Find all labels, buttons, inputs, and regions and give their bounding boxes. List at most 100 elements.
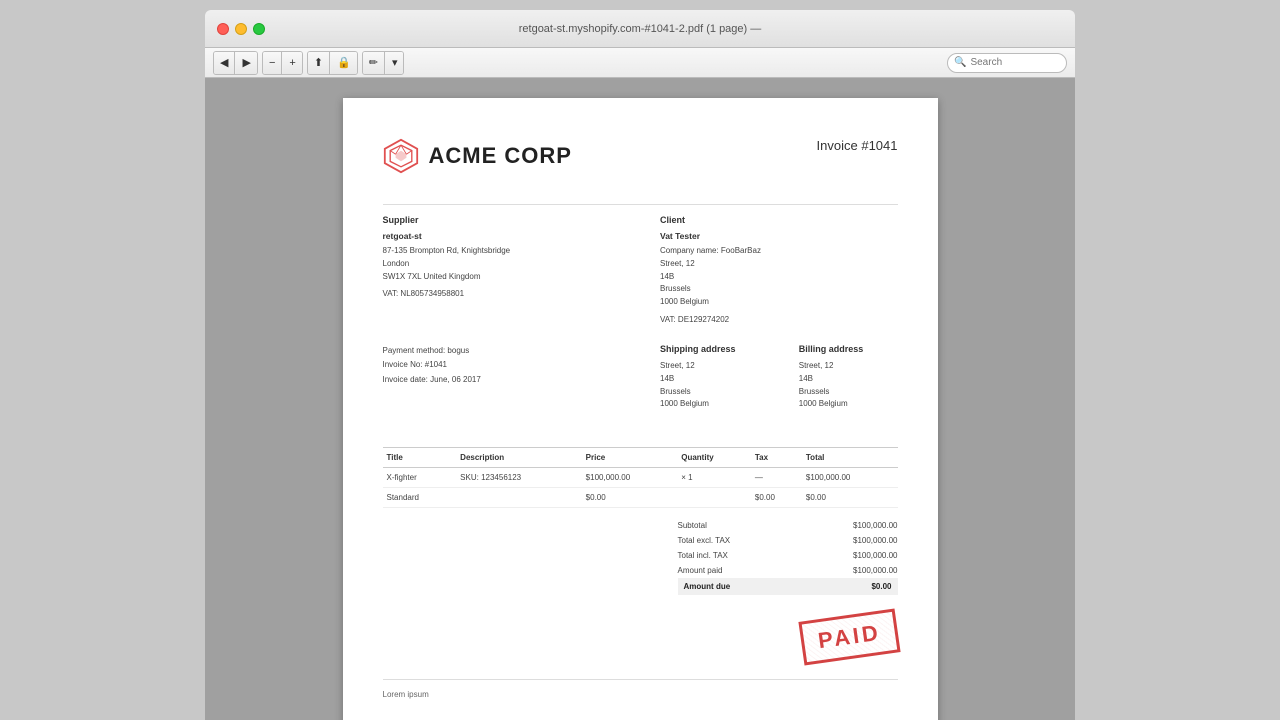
total-incl-label: Total incl. TAX	[678, 551, 728, 560]
addr-columns: Shipping address Street, 12 14B Brussels…	[660, 344, 898, 427]
client-addr1: Street, 12	[660, 258, 898, 271]
invoice-header: ACME CORP Invoice #1041	[383, 138, 898, 174]
paid-stamp: PAID	[798, 609, 900, 666]
shipping-line1: Street, 12	[660, 360, 759, 373]
row2-desc	[456, 488, 582, 508]
row1-desc: SKU: 123456123	[456, 468, 582, 488]
row1-title: X-fighter	[383, 468, 457, 488]
invoice-table: Title Description Price Quantity Tax Tot…	[383, 447, 898, 508]
total-excl-label: Total excl. TAX	[678, 536, 731, 545]
subtotal-label: Subtotal	[678, 521, 707, 530]
total-excl-value: $100,000.00	[853, 536, 898, 545]
fullscreen-button[interactable]	[253, 23, 265, 35]
col-total: Total	[802, 448, 898, 468]
client-section: Client Vat Tester Company name: FooBarBa…	[660, 215, 898, 324]
row1-tax: —	[751, 468, 802, 488]
table-row: X-fighter SKU: 123456123 $100,000.00 × 1…	[383, 468, 898, 488]
row2-price: $0.00	[582, 488, 678, 508]
shipping-line2: 14B	[660, 373, 759, 386]
toolbar: ◀ ▶ − + ⬆ 🔒 ✏ ▾ 🔍	[205, 48, 1075, 78]
payment-section: Payment method: bogus Invoice No: #1041 …	[383, 344, 621, 427]
row2-total: $0.00	[802, 488, 898, 508]
amount-due-row: Amount due $0.00	[678, 578, 898, 595]
supplier-vat: VAT: NL805734958801	[383, 289, 621, 298]
payment-address-section: Payment method: bogus Invoice No: #1041 …	[383, 344, 898, 427]
table-header-row: Title Description Price Quantity Tax Tot…	[383, 448, 898, 468]
titlebar: retgoat-st.myshopify.com-#1041-2.pdf (1 …	[205, 10, 1075, 48]
supplier-address2: London	[383, 258, 621, 271]
forward-button[interactable]: ▶	[236, 52, 256, 74]
footer-divider	[383, 679, 898, 680]
shipping-title: Shipping address	[660, 344, 759, 354]
annotate-button[interactable]: ✏	[363, 52, 385, 74]
zoom-group: − +	[262, 51, 303, 75]
zoom-out-button[interactable]: −	[263, 52, 282, 74]
row1-qty: × 1	[677, 468, 751, 488]
total-excl-row: Total excl. TAX $100,000.00	[678, 533, 898, 548]
col-price: Price	[582, 448, 678, 468]
billing-line1: Street, 12	[799, 360, 898, 373]
zoom-in-button[interactable]: +	[283, 52, 301, 74]
amount-due-value: $0.00	[871, 582, 891, 591]
logo-area: ACME CORP	[383, 138, 572, 174]
more-button[interactable]: ▾	[386, 52, 404, 74]
row2-title: Standard	[383, 488, 457, 508]
subtotal-value: $100,000.00	[853, 521, 898, 530]
total-incl-row: Total incl. TAX $100,000.00	[678, 548, 898, 563]
subtotal-row: Subtotal $100,000.00	[678, 518, 898, 533]
billing-line3: Brussels	[799, 386, 898, 399]
header-divider	[383, 204, 898, 205]
supplier-address3: SW1X 7XL United Kingdom	[383, 271, 621, 284]
amount-paid-row: Amount paid $100,000.00	[678, 563, 898, 578]
col-description: Description	[456, 448, 582, 468]
supplier-name: retgoat-st	[383, 231, 621, 241]
company-logo	[383, 138, 419, 174]
totals-table: Subtotal $100,000.00 Total excl. TAX $10…	[678, 518, 898, 595]
client-addr2: 14B	[660, 271, 898, 284]
footer-text: Lorem ipsum	[383, 690, 898, 699]
supplier-title: Supplier	[383, 215, 621, 225]
shipping-col: Shipping address Street, 12 14B Brussels…	[660, 344, 759, 411]
paid-stamp-area: PAID	[383, 615, 898, 659]
invoice-number-text: Invoice #1041	[817, 138, 898, 153]
annotate-group: ✏ ▾	[362, 51, 405, 75]
client-addr3: Brussels	[660, 283, 898, 296]
share-button[interactable]: ⬆	[308, 52, 330, 74]
client-vat: VAT: DE129274202	[660, 315, 898, 324]
window-title: retgoat-st.myshopify.com-#1041-2.pdf (1 …	[519, 23, 762, 35]
billing-line4: 1000 Belgium	[799, 398, 898, 411]
company-name: ACME CORP	[429, 143, 572, 169]
supplier-address1: 87-135 Brompton Rd, Knightsbridge	[383, 245, 621, 258]
billing-col: Billing address Street, 12 14B Brussels …	[799, 344, 898, 411]
row1-price: $100,000.00	[582, 468, 678, 488]
supplier-client-section: Supplier retgoat-st 87-135 Brompton Rd, …	[383, 215, 898, 324]
invoice-date: Invoice date: June, 06 2017	[383, 373, 621, 387]
search-box[interactable]: 🔍	[947, 53, 1067, 73]
search-icon: 🔍	[954, 57, 966, 68]
row1-total: $100,000.00	[802, 468, 898, 488]
shipping-billing: Shipping address Street, 12 14B Brussels…	[660, 344, 898, 411]
supplier-section: Supplier retgoat-st 87-135 Brompton Rd, …	[383, 215, 621, 324]
close-button[interactable]	[217, 23, 229, 35]
pdf-page: ACME CORP Invoice #1041 Supplier retgoat…	[343, 98, 938, 720]
back-button[interactable]: ◀	[214, 52, 235, 74]
search-input[interactable]	[970, 57, 1060, 68]
col-tax: Tax	[751, 448, 802, 468]
col-title: Title	[383, 448, 457, 468]
billing-line2: 14B	[799, 373, 898, 386]
payment-method: Payment method: bogus	[383, 344, 621, 358]
lock-button[interactable]: 🔒	[331, 52, 357, 74]
client-addr4: 1000 Belgium	[660, 296, 898, 309]
amount-due-label: Amount due	[684, 582, 731, 591]
nav-group: ◀ ▶	[213, 51, 258, 75]
traffic-lights	[217, 23, 265, 35]
client-company: Company name: FooBarBaz	[660, 245, 898, 258]
col-quantity: Quantity	[677, 448, 751, 468]
minimize-button[interactable]	[235, 23, 247, 35]
invoice-no-line: Invoice No: #1041	[383, 358, 621, 372]
amount-paid-value: $100,000.00	[853, 566, 898, 575]
pdf-wrapper: ACME CORP Invoice #1041 Supplier retgoat…	[205, 78, 1075, 720]
share-group: ⬆ 🔒	[307, 51, 358, 75]
shipping-line3: Brussels	[660, 386, 759, 399]
totals-section: Subtotal $100,000.00 Total excl. TAX $10…	[383, 518, 898, 595]
